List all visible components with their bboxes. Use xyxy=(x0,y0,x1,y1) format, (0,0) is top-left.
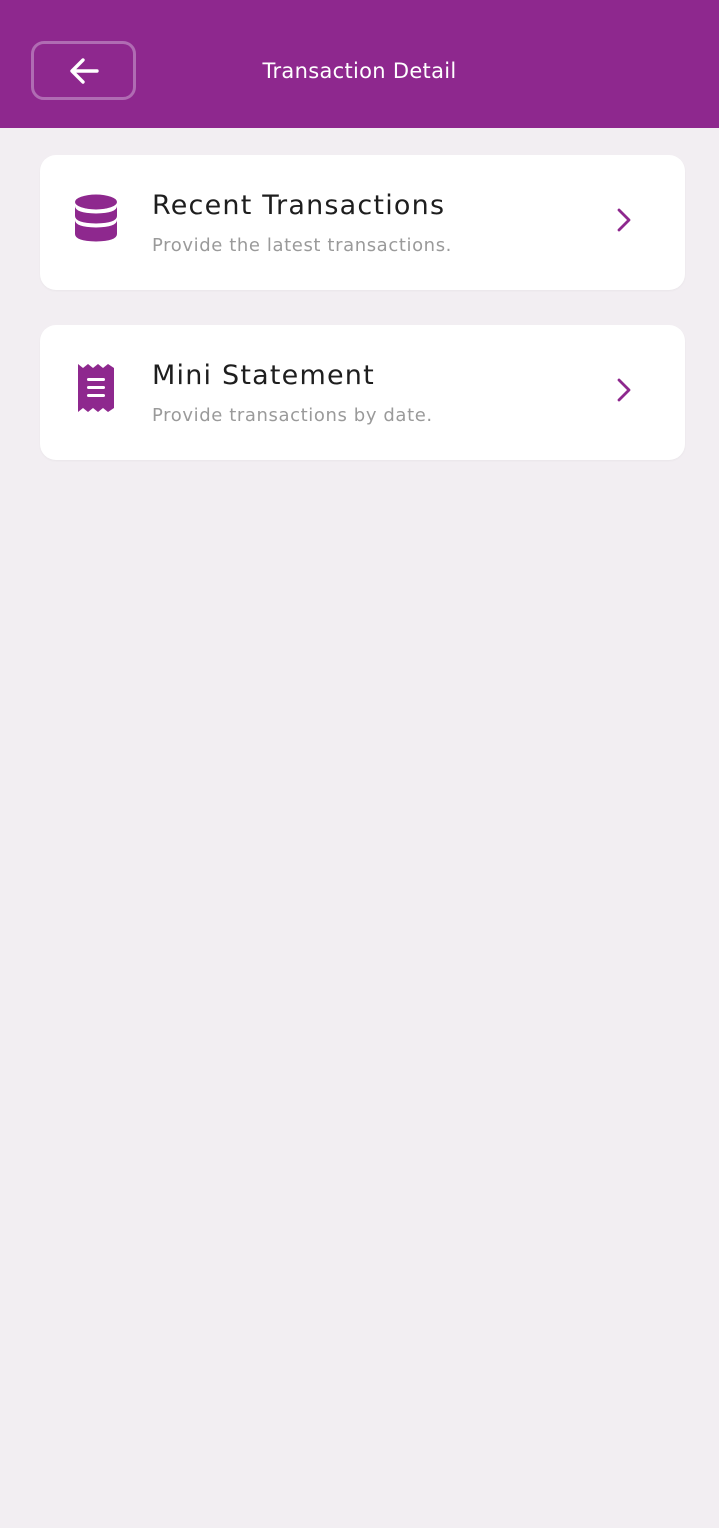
mini-statement-label: Mini Statement xyxy=(152,360,375,391)
mini-statement-card[interactable]: Mini Statement Provide transactions by d… xyxy=(40,325,685,460)
database-icon xyxy=(70,192,122,244)
chevron-right-icon xyxy=(617,208,631,232)
receipt-icon xyxy=(70,362,122,414)
recent-transactions-label: Recent Transactions xyxy=(152,190,446,221)
recent-transactions-description: Provide the latest transactions. xyxy=(152,235,452,256)
chevron-right-icon xyxy=(617,378,631,402)
app-bar: Transaction Detail xyxy=(0,0,719,128)
recent-transactions-card[interactable]: Recent Transactions Provide the latest t… xyxy=(40,155,685,290)
mini-statement-description: Provide transactions by date. xyxy=(152,405,433,426)
page-title: Transaction Detail xyxy=(262,59,457,83)
